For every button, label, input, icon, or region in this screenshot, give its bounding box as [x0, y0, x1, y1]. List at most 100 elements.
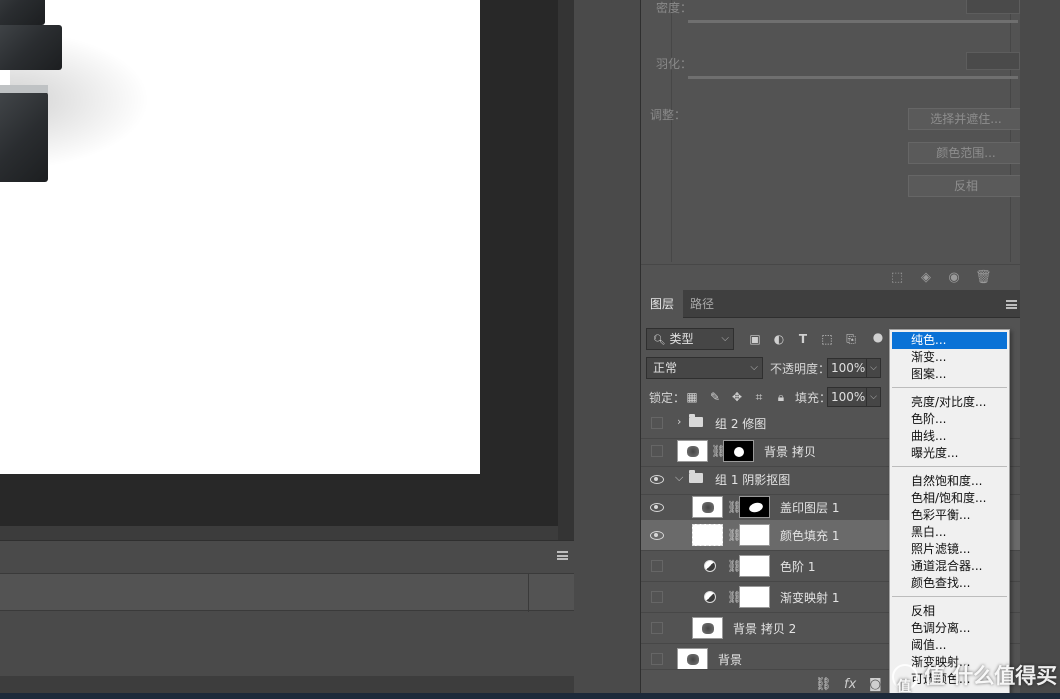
tab-layers[interactable]: 图层 — [641, 290, 684, 318]
panel-menu-icon[interactable] — [557, 551, 568, 560]
fill-input[interactable]: 100% ⌵ — [827, 387, 881, 407]
feather-field[interactable] — [966, 52, 1020, 70]
load-selection-icon[interactable]: ⬚ — [889, 270, 905, 286]
feather-label: 羽化： — [656, 57, 693, 71]
visibility-toggle[interactable] — [650, 528, 664, 542]
trash-icon[interactable]: 🗑 — [975, 270, 992, 286]
menu-separator — [892, 466, 1007, 467]
density-slider[interactable] — [688, 20, 1018, 23]
layer-mask-thumbnail[interactable] — [739, 496, 770, 518]
menu-item-levels[interactable]: 色阶... — [892, 411, 1007, 428]
lock-transparent-icon[interactable]: ▦ — [685, 390, 699, 404]
menu-item-curves[interactable]: 曲线... — [892, 428, 1007, 445]
layer-thumbnail — [692, 617, 723, 639]
menu-item-pattern[interactable]: 图案... — [892, 366, 1007, 383]
mask-icon[interactable]: ◙ — [869, 677, 882, 692]
chevron-down-icon[interactable]: ⌵ — [866, 388, 880, 406]
menu-item-invert[interactable]: 反相 — [892, 603, 1007, 620]
menu-item-vibrance[interactable]: 自然饱和度... — [892, 473, 1007, 490]
visibility-icon[interactable]: ◉ — [946, 270, 962, 286]
pixel-filter-icon[interactable]: ▣ — [748, 332, 762, 346]
menu-item-hue-saturation[interactable]: 色相/饱和度... — [892, 490, 1007, 507]
opacity-value: 100% — [831, 361, 866, 375]
link-icon[interactable]: ⛓ — [815, 677, 832, 692]
filter-type-value: 类型 — [669, 332, 694, 346]
layer-name: 背景 拷贝 2 — [733, 622, 797, 636]
menu-item-brightness-contrast[interactable]: 亮度/对比度... — [892, 394, 1007, 411]
chevron-right-icon[interactable]: › — [677, 415, 681, 428]
color-range-button[interactable]: 颜色范围... — [908, 142, 1024, 164]
density-field[interactable] — [966, 0, 1020, 14]
layer-mask-thumbnail[interactable] — [723, 440, 754, 462]
menu-item-color-lookup[interactable]: 颜色查找... — [892, 575, 1007, 592]
layer-name: 组 1 阴影抠图 — [715, 473, 791, 487]
blend-mode-dropdown[interactable]: 正常 ⌵ — [646, 357, 763, 379]
menu-item-gradient[interactable]: 渐变... — [892, 349, 1007, 366]
invert-button[interactable]: 反相 — [908, 175, 1024, 197]
chevron-down-icon[interactable]: ⌵ — [675, 471, 683, 485]
visibility-toggle[interactable] — [651, 622, 663, 634]
menu-item-posterize[interactable]: 色调分离... — [892, 620, 1007, 637]
layer-name: 组 2 修图 — [715, 417, 767, 431]
lock-label: 锁定： — [649, 391, 686, 405]
adjustment-layer-icon — [704, 591, 716, 603]
adjustment-layer-icon — [704, 560, 716, 572]
visibility-toggle[interactable] — [651, 653, 663, 665]
layer-thumbnail — [677, 440, 708, 462]
fill-value: 100% — [831, 390, 866, 404]
adjustment-filter-icon[interactable]: ◐ — [772, 332, 786, 346]
layer-mask-thumbnail[interactable] — [739, 586, 770, 608]
menu-item-channel-mixer[interactable]: 通道混合器... — [892, 558, 1007, 575]
layer-mask-thumbnail[interactable] — [739, 555, 770, 577]
opacity-input[interactable]: 100% ⌵ — [827, 358, 881, 378]
folder-icon — [689, 470, 703, 483]
domino-top-face — [0, 85, 48, 93]
canvas-area[interactable] — [0, 0, 558, 526]
document-canvas[interactable] — [0, 0, 480, 474]
adjustment-layer-menu: 纯色... 渐变... 图案... 亮度/对比度... 色阶... 曲线... … — [889, 329, 1010, 699]
shape-filter-icon[interactable]: ⬚ — [820, 332, 834, 346]
layers-tabbar: 图层 路径 — [641, 290, 1021, 318]
layer-thumbnail — [677, 648, 708, 670]
menu-item-exposure[interactable]: 曝光度... — [892, 445, 1007, 462]
menu-item-solid-color[interactable]: 纯色... — [892, 332, 1007, 349]
lock-artboard-icon[interactable]: ⌗ — [752, 390, 766, 404]
layers-menu-icon[interactable] — [1006, 300, 1017, 309]
filter-toggle-icon[interactable]: ● — [871, 330, 885, 344]
layer-mask-thumbnail[interactable] — [739, 524, 770, 546]
visibility-toggle[interactable] — [651, 445, 663, 457]
menu-separator — [892, 596, 1007, 597]
lock-brush-icon[interactable]: ✎ — [708, 390, 722, 404]
fx-icon[interactable]: fx — [844, 677, 856, 692]
visibility-toggle[interactable] — [650, 472, 664, 486]
smart-object-filter-icon[interactable]: ⎘ — [844, 332, 858, 346]
tab-paths[interactable]: 路径 — [681, 290, 723, 318]
search-icon: 🔍︎ — [653, 335, 666, 346]
type-filter-icon[interactable]: T — [796, 332, 810, 346]
menu-item-black-white[interactable]: 黑白... — [892, 524, 1007, 541]
visibility-toggle[interactable] — [651, 591, 663, 603]
properties-scroll-area — [1020, 0, 1060, 290]
menu-item-color-balance[interactable]: 色彩平衡... — [892, 507, 1007, 524]
layer-name: 背景 — [718, 653, 743, 667]
menu-item-threshold[interactable]: 阈值... — [892, 637, 1007, 654]
domino-block-2 — [0, 25, 62, 70]
menu-item-photo-filter[interactable]: 照片滤镜... — [892, 541, 1007, 558]
visibility-toggle[interactable] — [650, 500, 664, 514]
layer-thumbnail — [692, 496, 723, 518]
lock-all-icon[interactable]: 🔒︎ — [774, 390, 788, 404]
layer-name: 渐变映射 1 — [780, 591, 840, 605]
filter-type-dropdown[interactable]: 🔍︎ 类型 ⌵ — [646, 328, 734, 350]
domino-block-3 — [0, 92, 48, 182]
layers-scroll-area — [1020, 290, 1060, 699]
lock-move-icon[interactable]: ✥ — [730, 390, 744, 404]
layer-name: 背景 拷贝 — [764, 445, 816, 459]
apply-mask-icon[interactable]: ◈ — [918, 270, 934, 286]
feather-slider[interactable] — [688, 76, 1018, 79]
visibility-toggle[interactable] — [651, 560, 663, 572]
visibility-toggle[interactable] — [651, 417, 663, 429]
folder-icon — [689, 414, 703, 427]
chevron-down-icon[interactable]: ⌵ — [866, 359, 880, 377]
select-and-mask-button[interactable]: 选择并遮住... — [908, 108, 1024, 130]
panel-dock-gap — [574, 0, 640, 699]
